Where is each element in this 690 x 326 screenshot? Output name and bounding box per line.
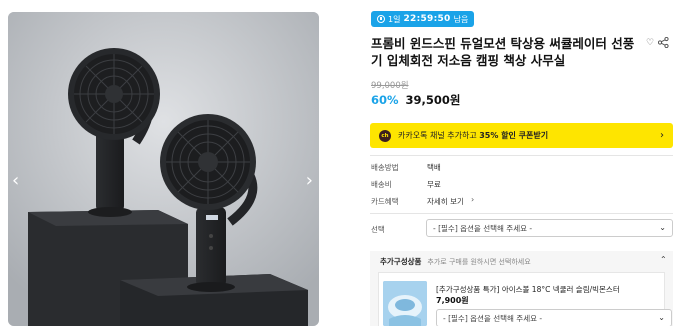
chevron-right-icon: › — [471, 195, 475, 204]
price-row: 60% 39,500원 — [371, 92, 461, 108]
gallery-prev-icon[interactable]: ‹ — [12, 172, 19, 190]
chevron-down-icon: ⌄ — [659, 223, 666, 232]
heart-icon[interactable]: ♡ — [646, 38, 654, 48]
shipping-method-label: 배송방법 — [371, 163, 399, 172]
original-price: 99,000원 — [371, 81, 409, 91]
timer-suffix: 남음 — [453, 14, 469, 24]
product-title: 프롬비 윈드스핀 듀얼모션 탁상용 써큘레이터 선풍기 입체회전 저소음 캠핑 … — [371, 36, 635, 68]
card-benefit-label: 카드혜택 — [371, 197, 399, 206]
addon-item-price: 7,900원 — [436, 296, 469, 305]
addon-header: 추가구성상품 추가로 구매를 원하시면 선택하세요 — [380, 256, 531, 267]
product-image-gallery[interactable]: ‹ › — [8, 12, 319, 326]
sale-price: 39,500원 — [405, 93, 461, 107]
addon-note: 추가로 구매를 원하시면 선택하세요 — [427, 258, 531, 266]
share-icon[interactable] — [658, 37, 669, 48]
kakao-banner-text: 카카오톡 채널 추가하고 — [398, 131, 477, 140]
sale-timer-badge: 1일 22:59:50 남음 — [371, 11, 475, 27]
kakao-channel-icon: ch — [379, 129, 391, 142]
addon-option-select[interactable]: - [필수] 옵션을 선택해 주세요 - ⌄ — [436, 309, 672, 326]
discount-rate: 60% — [371, 93, 399, 107]
addon-option-select-value: - [필수] 옵션을 선택해 주세요 - — [443, 313, 543, 323]
addon-title: 추가구성상품 — [380, 257, 422, 266]
product-actions: ♡ — [646, 37, 669, 48]
timer-day: 1일 — [388, 14, 401, 24]
option-label: 선택 — [371, 225, 385, 234]
option-select[interactable]: - [필수] 옵션을 선택해 주세요 - ⌄ — [426, 219, 673, 237]
shipping-fee-label: 배송비 — [371, 180, 392, 189]
option-select-value: - [필수] 옵션을 선택해 주세요 - — [433, 223, 533, 233]
kakao-coupon-banner[interactable]: ch 카카오톡 채널 추가하고 35% 할인 쿠폰받기 › — [370, 123, 673, 148]
chevron-down-icon: ⌄ — [658, 313, 665, 322]
shipping-method-value: 택배 — [427, 163, 441, 172]
shipping-fee-value: 무료 — [427, 180, 441, 189]
addon-item-image — [383, 281, 427, 326]
clock-icon — [377, 15, 385, 23]
chevron-right-icon: › — [660, 130, 664, 141]
addon-item-name: [추가구성상품 특가] 아이스볼 18°C 넥쿨러 슬림/빅몬스터 — [436, 285, 620, 294]
divider — [370, 155, 673, 156]
chevron-up-icon[interactable]: ⌃ — [660, 255, 667, 264]
gallery-next-icon[interactable]: › — [306, 172, 313, 190]
card-benefit-link[interactable]: 자세히 보기 — [427, 196, 464, 207]
divider — [370, 213, 673, 214]
product-page: ‹ › 1일 22:59:50 남음 프롬비 윈드스핀 듀얼모션 탁상용 써큘레… — [0, 0, 690, 326]
timer-time: 22:59:50 — [403, 14, 451, 24]
kakao-banner-highlight: 35% 할인 쿠폰받기 — [479, 131, 549, 140]
product-image — [8, 12, 319, 326]
